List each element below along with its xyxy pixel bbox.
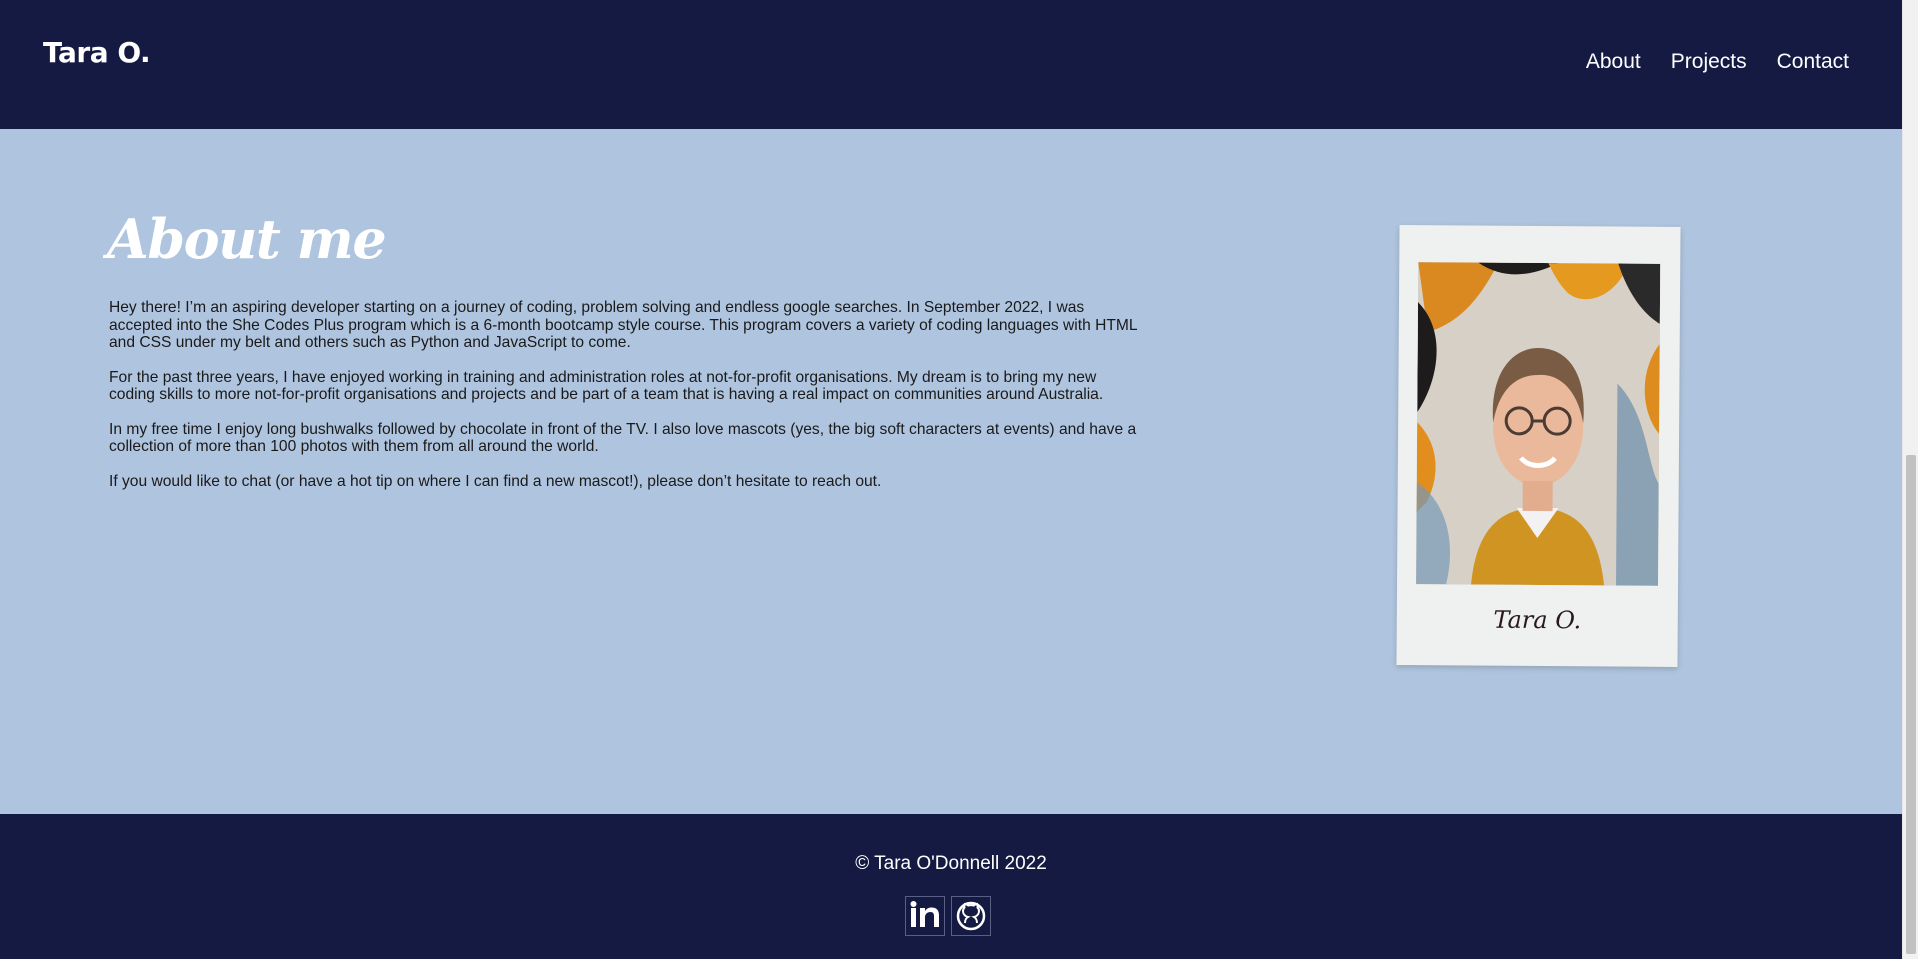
linkedin-icon[interactable] (905, 896, 945, 936)
about-paragraph: For the past three years, I have enjoyed… (109, 368, 1104, 404)
nav-contact[interactable]: Contact (1777, 50, 1849, 74)
site-footer: © Tara O'Donnell 2022 (0, 814, 1902, 959)
social-links (905, 896, 991, 936)
copyright-text: © Tara O'Donnell 2022 (855, 853, 1047, 874)
brand-logo[interactable]: Tara O. (43, 36, 151, 69)
about-title: About me (107, 207, 387, 271)
github-icon[interactable] (951, 896, 991, 936)
main-nav: About Projects Contact (1586, 50, 1849, 74)
about-paragraph: If you would like to chat (or have a hot… (109, 472, 882, 490)
profile-polaroid: Tara O. (1396, 225, 1681, 667)
about-section: About me Hey there! I’m an aspiring deve… (0, 129, 1902, 814)
about-paragraph: In my free time I enjoy long bushwalks f… (109, 420, 1137, 456)
page-scrollbar[interactable] (1902, 0, 1918, 959)
scrollbar-thumb[interactable] (1906, 455, 1916, 954)
profile-photo (1416, 262, 1661, 586)
polaroid-signature: Tara O. (1493, 605, 1582, 635)
site-header: Tara O. About Projects Contact (0, 0, 1902, 129)
about-text: Hey there! I’m an aspiring developer sta… (109, 299, 1139, 507)
nav-about[interactable]: About (1586, 50, 1641, 74)
nav-projects[interactable]: Projects (1671, 50, 1747, 74)
about-paragraph: Hey there! I’m an aspiring developer sta… (109, 299, 1137, 351)
